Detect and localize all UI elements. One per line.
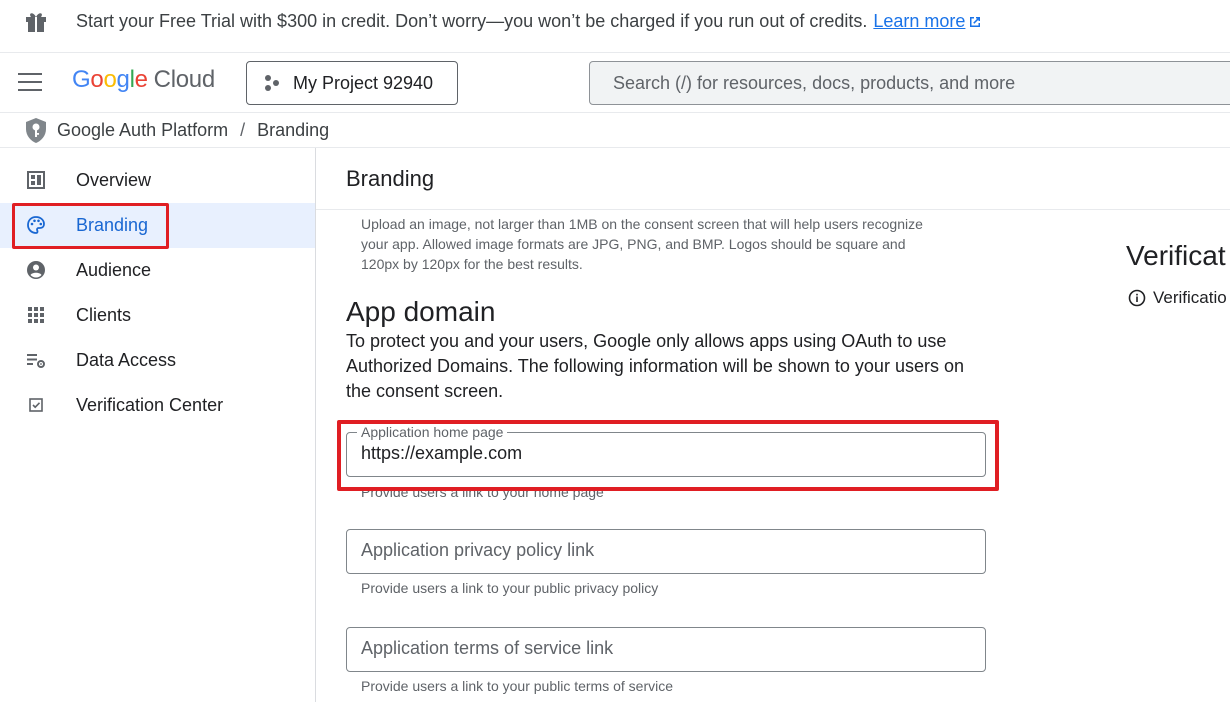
project-picker-button[interactable]: My Project 92940 xyxy=(246,61,458,105)
home-page-hint: Provide users a link to your home page xyxy=(361,484,604,500)
terms-of-service-input[interactable] xyxy=(361,638,961,659)
verification-panel-title: Verificat xyxy=(1126,240,1226,271)
google-cloud-logo[interactable]: Google Cloud xyxy=(72,66,215,94)
info-icon xyxy=(1128,289,1146,307)
logo-cloud-text: Cloud xyxy=(153,66,216,93)
sidebar-item-label: Branding xyxy=(76,215,149,235)
checkbox-icon xyxy=(29,398,43,412)
sidebar-item-label: Data Access xyxy=(76,350,177,370)
home-page-field[interactable]: Application home page xyxy=(346,424,986,477)
sidebar-item-audience[interactable]: Audience xyxy=(0,248,315,293)
privacy-policy-field[interactable] xyxy=(346,529,986,574)
logo-letter: o xyxy=(103,66,117,93)
account-circle-icon xyxy=(27,261,45,279)
logo-letter: o xyxy=(90,66,104,93)
external-link-icon[interactable] xyxy=(968,15,982,29)
sidebar-item-data-access[interactable]: Data Access xyxy=(0,338,315,383)
sidebar-item-clients[interactable]: Clients xyxy=(0,293,315,338)
section-title-app-domain: App domain xyxy=(346,296,496,327)
top-app-bar: Google Cloud My Project 92940 xyxy=(0,52,1230,113)
banner-message: Start your Free Trial with $300 in credi… xyxy=(76,11,982,32)
sidebar-item-label: Audience xyxy=(76,260,152,280)
breadcrumb: Google Auth Platform / Branding xyxy=(0,113,1230,148)
page-title: Branding xyxy=(346,166,435,191)
terms-of-service-field[interactable] xyxy=(346,627,986,672)
shield-key-icon xyxy=(26,118,46,143)
palette-icon xyxy=(27,216,45,234)
logo-help-text: Upload an image, not larger than 1MB on … xyxy=(361,216,923,272)
logo-letter: G xyxy=(72,66,91,93)
home-page-label: Application home page xyxy=(357,424,508,440)
sidebar-item-overview[interactable]: Overview xyxy=(0,158,315,203)
verification-info: Verificatio xyxy=(1128,288,1227,308)
banner-text: Start your Free Trial with $300 in credi… xyxy=(76,11,868,31)
sidebar-item-label: Clients xyxy=(76,305,132,325)
gift-icon xyxy=(26,13,46,32)
project-name: My Project 92940 xyxy=(293,72,434,93)
search-input[interactable] xyxy=(613,72,1230,94)
search-bar[interactable] xyxy=(589,61,1230,105)
apps-grid-icon xyxy=(28,307,44,323)
home-page-input[interactable] xyxy=(361,443,961,464)
sidebar-nav: Overview Branding Audience Clients Data … xyxy=(0,148,316,702)
verification-info-text: Verificatio xyxy=(1153,288,1227,307)
dashboard-icon xyxy=(27,171,45,189)
privacy-policy-input[interactable] xyxy=(361,540,961,561)
main-menu-icon[interactable] xyxy=(18,73,44,93)
logo-letter: e xyxy=(134,66,148,93)
breadcrumb-separator: / xyxy=(240,120,246,140)
breadcrumb-current: Branding xyxy=(257,120,330,140)
privacy-policy-hint: Provide users a link to your public priv… xyxy=(361,580,659,596)
trial-banner: Start your Free Trial with $300 in credi… xyxy=(0,0,1230,52)
section-description: To protect you and your users, Google on… xyxy=(346,331,964,401)
terms-of-service-hint: Provide users a link to your public term… xyxy=(361,678,674,694)
project-icon xyxy=(265,75,279,91)
data-settings-icon xyxy=(27,354,45,368)
logo-letter: g xyxy=(116,66,130,93)
learn-more-link[interactable]: Learn more xyxy=(873,11,965,31)
sidebar-item-branding[interactable]: Branding xyxy=(0,203,315,248)
sidebar-item-label: Verification Center xyxy=(76,395,224,415)
sidebar-item-verification-center[interactable]: Verification Center xyxy=(0,383,315,428)
breadcrumb-parent[interactable]: Google Auth Platform xyxy=(57,120,228,140)
title-divider xyxy=(316,209,1230,210)
sidebar-item-label: Overview xyxy=(76,170,152,190)
